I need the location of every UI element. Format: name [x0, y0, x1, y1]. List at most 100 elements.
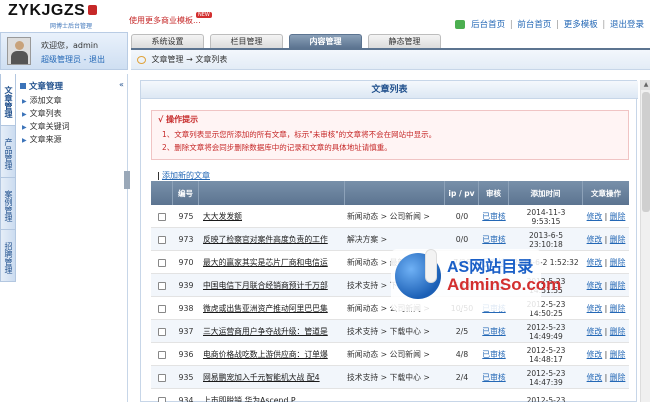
row-id: 937 [178, 327, 194, 336]
status-link[interactable]: 已审核 [482, 326, 505, 337]
article-title-link[interactable]: 最大的赢家其实是芯片厂商和电信运 [203, 257, 328, 268]
row-checkbox[interactable] [158, 281, 166, 290]
article-title-link[interactable]: 中国电信下月联合经销商预计千万部 [203, 280, 328, 291]
row-checkbox[interactable] [158, 212, 166, 221]
logout-link[interactable]: 退出 [89, 55, 105, 64]
header-category [345, 181, 445, 205]
edit-link[interactable]: 修改 [587, 326, 603, 337]
row-ippv: 0/0 [455, 212, 469, 221]
row-ippv: 2/5 [455, 327, 469, 336]
link-separator: | [509, 20, 513, 30]
table-header: 编号 ip / pv 审核 添加时间 文章操作 [151, 181, 629, 205]
sidebar-splitter[interactable] [124, 171, 130, 189]
header-select [151, 181, 173, 205]
link-site-home[interactable]: 前台首页 [517, 20, 551, 30]
row-checkbox[interactable] [158, 350, 166, 359]
tab-column-management[interactable]: 栏目管理 [210, 34, 283, 48]
role-label: 超级管理员 [41, 55, 81, 64]
delete-link[interactable]: 删除 [610, 349, 626, 360]
table-row: 937 三大运营商用户争夺战升级：管道是 技术支持 > 下载中心 > 2/5 已审核 20… [151, 320, 629, 343]
row-time: 2012-5-23 14:49:49 [527, 323, 566, 341]
row-ippv: 2/4 [455, 373, 469, 382]
collapse-icon[interactable]: « [119, 80, 124, 89]
sidebar-item-add-article[interactable]: ▶ 添加文章 [22, 95, 62, 106]
sidebar-item-article-list[interactable]: ▶ 文章列表 [22, 108, 62, 119]
row-checkbox[interactable] [158, 396, 166, 402]
table-row: 970最大的赢家其实是芯片厂商和电信运新闻动态 > 最新活动 >7/26已审核2… [151, 251, 629, 274]
sidebar: 文章管理 « ▶ 添加文章 ▶ 文章列表 ▶ 文章关键词 ▶ 文章来源 [16, 74, 128, 402]
link-more-templates[interactable]: 更多模板 [564, 20, 598, 30]
delete-link[interactable]: 删除 [610, 280, 626, 291]
row-id: 936 [178, 350, 194, 359]
vtab-product-management[interactable]: 产品管理 [0, 126, 16, 178]
delete-link[interactable]: 删除 [610, 257, 626, 268]
tips-title: √ 操作提示 [158, 115, 199, 124]
tab-content-management[interactable]: 内容管理 [289, 34, 362, 48]
link-admin-home[interactable]: 后台首页 [471, 20, 505, 30]
scroll-thumb[interactable] [642, 92, 650, 212]
sidebar-item-sources[interactable]: ▶ 文章来源 [22, 134, 62, 145]
scroll-up-icon[interactable]: ▲ [641, 80, 650, 90]
edit-link[interactable]: 修改 [587, 257, 603, 268]
article-title-link[interactable]: 大大发发额 [203, 211, 242, 222]
row-ippv [445, 389, 479, 402]
status-link[interactable]: 已审核 [482, 234, 505, 245]
row-checkbox[interactable] [158, 327, 166, 336]
link-logout[interactable]: 退出登录 [610, 20, 644, 30]
edit-link[interactable]: 修改 [587, 349, 603, 360]
time-line: 14:47:39 [529, 377, 563, 387]
tab-system-settings[interactable]: 系统设置 [131, 34, 204, 48]
row-id: 935 [178, 373, 194, 382]
arrow-icon: ▶ [22, 137, 27, 144]
time-line: 14:49:49 [529, 331, 563, 341]
user-role: 超级管理员 - 退出 [41, 54, 105, 65]
content-panel: 文章列表 √ 操作提示 1、文章列表显示您所添加的所有文章，标示"未审核"的文章… [140, 80, 638, 402]
article-title-link[interactable]: 微虎或出售亚洲资产推动阿里巴巴集 [203, 303, 328, 314]
article-title-link[interactable]: 电商价格战吃数上游供应商：订单爆 [203, 349, 328, 360]
edit-link[interactable]: 修改 [587, 372, 603, 383]
delete-link[interactable]: 删除 [610, 372, 626, 383]
header-status: 审核 [479, 181, 509, 205]
status-link[interactable]: 已审核 [482, 211, 505, 222]
link-separator: | [556, 20, 559, 30]
table-row: 973 反映了检察官对案件高度负责的工作 解决方案 > 0/0 已审核 2013-6-5 2… [151, 228, 629, 251]
arrow-icon: ▶ [22, 124, 27, 131]
row-checkbox[interactable] [158, 304, 166, 313]
delete-link[interactable]: 删除 [610, 326, 626, 337]
time-line: 2013-6-5 [528, 230, 564, 240]
row-checkbox[interactable] [158, 373, 166, 382]
delete-link[interactable]: 删除 [610, 303, 626, 314]
article-title-link[interactable]: 上市即脱销 华为Ascend P [203, 395, 296, 402]
tab-static-management[interactable]: 静态管理 [368, 34, 441, 48]
edit-link[interactable]: 修改 [587, 234, 603, 245]
sidebar-item-keywords[interactable]: ▶ 文章关键词 [22, 121, 70, 132]
welcome-text: 欢迎您，admin [41, 41, 99, 50]
sidebar-title: 文章管理 [20, 80, 63, 92]
delete-link[interactable]: 删除 [610, 211, 626, 222]
breadcrumb-item[interactable]: 文章列表 [195, 55, 227, 64]
status-link[interactable]: 已审核 [482, 349, 505, 360]
header-id: 编号 [173, 181, 199, 205]
row-time: 2012-5-23 [527, 396, 566, 402]
row-checkbox[interactable] [158, 258, 166, 267]
vtab-recruit-management[interactable]: 招聘管理 [0, 230, 16, 282]
status-link[interactable]: 已审核 [482, 372, 505, 383]
scrollbar[interactable]: ▲ [640, 80, 650, 402]
article-title-link[interactable]: 反映了检察官对案件高度负责的工作 [203, 234, 328, 245]
row-time: 2013-6-5 23:10:18 [529, 231, 563, 249]
sidebar-item-label: 文章列表 [29, 109, 62, 118]
edit-link[interactable]: 修改 [587, 303, 603, 314]
delete-link[interactable]: 删除 [610, 234, 626, 245]
avatar [7, 37, 31, 65]
sidebar-item-label: 文章来源 [29, 135, 62, 144]
edit-link[interactable]: 修改 [587, 211, 603, 222]
vtab-article-management[interactable]: 文章管理 [0, 74, 16, 126]
article-title-link[interactable]: 网易鹏宠加入千元智能机大战 配4 [203, 372, 320, 383]
add-article-link[interactable]: 添加新的文章 [158, 170, 210, 181]
edit-link[interactable]: 修改 [587, 280, 603, 291]
row-checkbox[interactable] [158, 235, 166, 244]
promo-link[interactable]: 使用更多商业模板... [129, 15, 201, 26]
breadcrumb-item[interactable]: 文章管理 [152, 55, 184, 64]
vtab-case-management[interactable]: 案例管理 [0, 178, 16, 230]
article-title-link[interactable]: 三大运营商用户争夺战升级：管道是 [203, 326, 328, 337]
